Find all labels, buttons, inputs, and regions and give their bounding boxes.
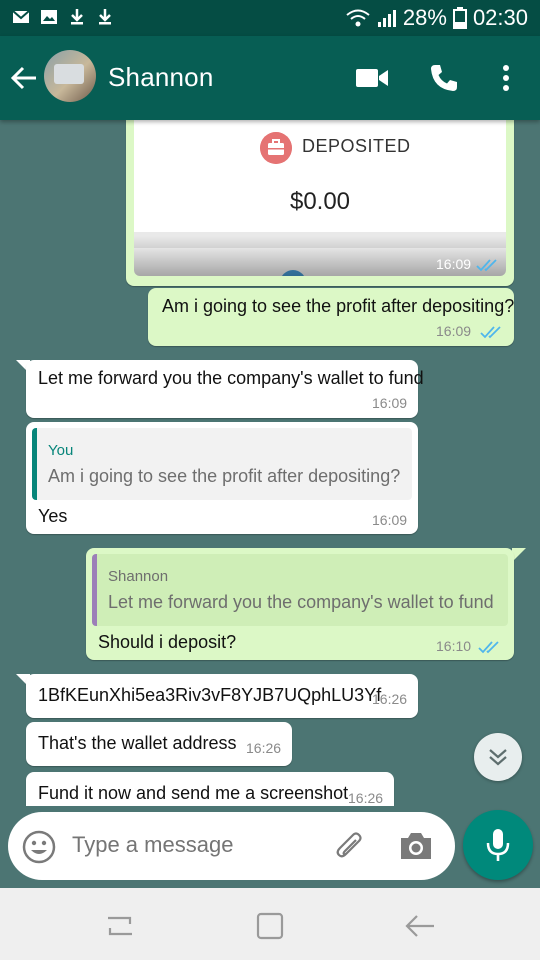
chat-header: Shannon <box>0 36 540 120</box>
signal-icon <box>377 10 396 27</box>
message-text: Am i going to see the profit after depos… <box>162 296 515 316</box>
deposit-screenshot[interactable]: DEPOSITED $0.00 16:09 <box>134 120 506 276</box>
message-time: 16:26 <box>372 691 408 707</box>
deposited-amount: $0.00 <box>289 188 351 215</box>
home-icon[interactable] <box>250 908 290 944</box>
battery-percent: 28% <box>402 5 447 30</box>
video-call-icon <box>356 69 388 87</box>
status-bar: 28% 02:30 <box>0 0 540 36</box>
message-time: 16:09 <box>372 395 408 411</box>
phone-icon <box>431 65 457 91</box>
emoji-icon[interactable] <box>22 830 56 864</box>
message-text: Yes <box>38 506 68 526</box>
incoming-reply-message[interactable]: You Am i going to see the profit after d… <box>26 422 418 534</box>
wifi-icon <box>346 9 370 27</box>
mic-icon <box>486 829 510 861</box>
back-arrow-icon[interactable] <box>6 62 42 94</box>
gmail-icon <box>12 10 30 23</box>
double-chevron-down-icon <box>489 749 507 766</box>
gallery-icon <box>41 10 57 24</box>
read-ticks-icon <box>478 641 499 654</box>
incoming-message[interactable]: 1BfKEunXhi5ea3Riv3vF8YJB7UQphLU3Yf 16:26 <box>26 674 418 718</box>
message-text: Fund it now and send me a screenshot <box>38 783 349 803</box>
incoming-message[interactable]: Fund it now and send me a screenshot 16:… <box>26 772 394 806</box>
incoming-message[interactable]: That's the wallet address 16:26 <box>26 722 292 766</box>
message-input[interactable] <box>72 832 272 858</box>
more-options-button[interactable] <box>488 60 524 96</box>
quoted-text: Let me forward you the company's wallet … <box>108 592 494 612</box>
message-composer <box>8 812 455 880</box>
message-time: 16:10 <box>436 638 472 654</box>
message-time: 16:26 <box>348 790 384 806</box>
more-vert-icon <box>503 65 509 91</box>
quoted-sender: Shannon <box>108 568 169 585</box>
message-text: Should i deposit? <box>98 632 237 652</box>
quoted-message[interactable]: You Am i going to see the profit after d… <box>32 428 412 500</box>
back-icon[interactable] <box>400 908 440 944</box>
message-text: Let me forward you the company's wallet … <box>38 368 424 388</box>
briefcase-icon <box>260 132 292 164</box>
message-text: That's the wallet address <box>38 733 237 753</box>
read-ticks-icon <box>476 259 497 272</box>
download-icon <box>99 9 111 25</box>
contact-name[interactable]: Shannon <box>108 62 214 93</box>
video-call-button[interactable] <box>354 60 390 96</box>
clock: 02:30 <box>472 5 528 30</box>
quoted-text: Am i going to see the profit after depos… <box>48 466 401 486</box>
quoted-message[interactable]: Shannon Let me forward you the company's… <box>92 554 508 626</box>
voice-call-button[interactable] <box>426 60 462 96</box>
download-icon <box>71 9 83 25</box>
read-ticks-icon <box>480 326 501 339</box>
deposited-label: DEPOSITED <box>302 136 411 156</box>
message-time: 16:09 <box>372 512 408 528</box>
outgoing-reply-message[interactable]: Shannon Let me forward you the company's… <box>86 548 514 660</box>
scroll-to-bottom-button[interactable] <box>474 733 522 781</box>
bubble-tail <box>512 548 526 562</box>
quoted-sender: You <box>48 442 74 459</box>
battery-icon <box>452 7 467 29</box>
message-time: 16:26 <box>246 740 282 756</box>
camera-icon[interactable] <box>398 830 434 862</box>
avatar[interactable] <box>44 50 96 102</box>
wallet-address[interactable]: 1BfKEunXhi5ea3Riv3vF8YJB7UQphLU3Yf <box>38 685 381 706</box>
paperclip-icon[interactable] <box>334 830 368 864</box>
recent-apps-icon[interactable] <box>100 908 140 944</box>
outgoing-message[interactable]: Am i going to see the profit after depos… <box>148 288 514 346</box>
system-navigation-bar <box>0 888 540 960</box>
message-time: 16:09 <box>436 323 472 339</box>
message-time: 16:09 <box>436 256 472 272</box>
voice-message-button[interactable] <box>463 810 533 880</box>
incoming-message[interactable]: Let me forward you the company's wallet … <box>26 360 424 418</box>
image-message[interactable]: DEPOSITED $0.00 16:09 <box>126 120 514 286</box>
chat-area[interactable]: DEPOSITED $0.00 16:09 Am i going to see … <box>0 120 540 806</box>
